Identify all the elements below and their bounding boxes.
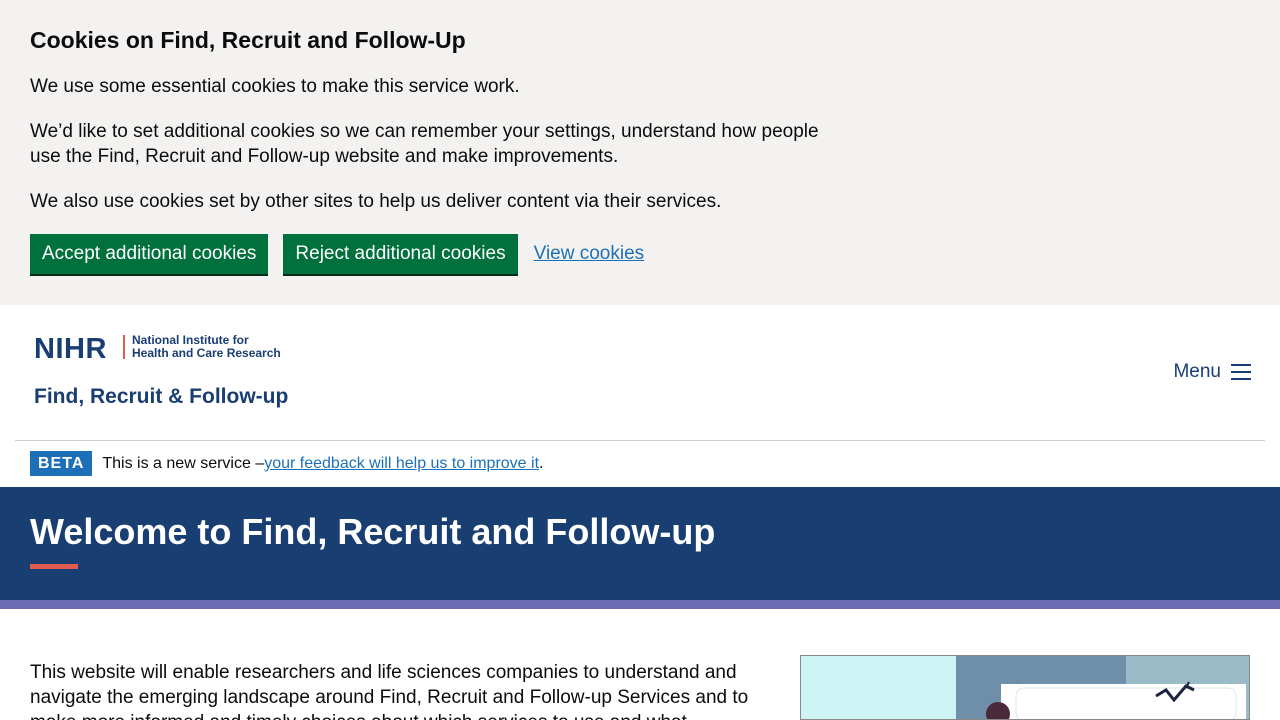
beta-text: This is a new service – [102, 454, 265, 472]
hamburger-icon [1231, 364, 1251, 380]
hero-banner: Welcome to Find, Recruit and Follow-up [0, 487, 1280, 600]
illustration-graphic [801, 656, 1249, 719]
cookie-actions: Accept additional cookies Reject additio… [30, 234, 1250, 274]
beta-text-end: . [539, 454, 544, 472]
title-accent-bar [30, 564, 78, 569]
intro-paragraph: This website will enable researchers and… [30, 662, 749, 720]
site-header: NIHR National Institute for Health and C… [15, 305, 1265, 441]
hero-stripe [0, 600, 1280, 609]
menu-label: Menu [1173, 361, 1221, 382]
cookie-text-essential: We use some essential cookies to make th… [30, 76, 520, 97]
menu-button[interactable]: Menu [1173, 361, 1251, 383]
beta-tag: BETA [30, 451, 93, 476]
nihr-logo[interactable]: NIHR National Institute for Health and C… [34, 333, 288, 413]
beta-banner: BETA This is a new service – your feedba… [30, 451, 543, 476]
cookie-text-additional: We’d like to set additional cookies so w… [30, 121, 819, 167]
cookie-text-third-party: We also use cookies set by other sites t… [30, 191, 722, 212]
logo-subtitle-line2: Health and Care Research [132, 346, 281, 360]
feedback-link[interactable]: your feedback will help us to improve it [264, 455, 539, 473]
page-title: Welcome to Find, Recruit and Follow-up [30, 511, 716, 552]
logo-subtitle: National Institute for Health and Care R… [132, 334, 292, 360]
accept-cookies-button[interactable]: Accept additional cookies [30, 234, 269, 274]
logo-acronym: NIHR [34, 333, 107, 365]
view-cookies-link[interactable]: View cookies [534, 243, 645, 265]
logo-divider [123, 335, 125, 359]
cookie-banner: Cookies on Find, Recruit and Follow-Up W… [0, 0, 1280, 305]
cookie-banner-heading: Cookies on Find, Recruit and Follow-Up [30, 27, 466, 53]
hero-illustration [800, 655, 1250, 720]
reject-cookies-button[interactable]: Reject additional cookies [283, 234, 518, 274]
service-name: Find, Recruit & Follow-up [34, 385, 289, 408]
